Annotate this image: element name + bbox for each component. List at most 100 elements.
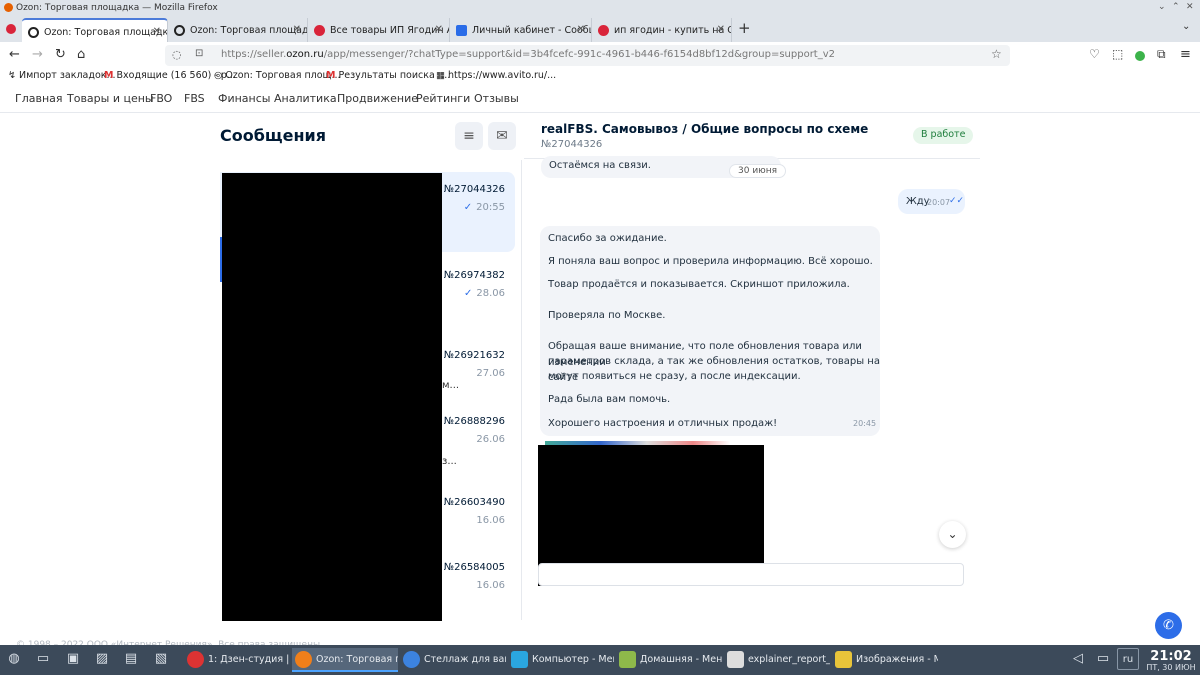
taskbar-label: 1: Дзен-студия | П... (208, 654, 290, 665)
chat-date: ✓ 20:55 (464, 202, 505, 213)
volume-icon[interactable]: ◁ (1067, 648, 1089, 670)
taskbar-item-2[interactable]: Стеллаж для ванн... (400, 648, 506, 672)
tab-label: ип ягодин - купить на OZON (614, 25, 731, 36)
tab-2[interactable]: Все товары ИП Ягодин Андр ✕ (308, 18, 450, 42)
window-title: Ozon: Торговая площадка — Mozilla Firefo… (16, 3, 218, 13)
chat-title: realFBS. Самовывоз / Общие вопросы по сх… (541, 122, 869, 136)
new-chat-icon[interactable]: ✉ (488, 122, 516, 150)
gmail-icon: M (326, 70, 336, 81)
taskbar-item-3[interactable]: Компьютер - Мене... (508, 648, 614, 672)
taskbar-item-6[interactable]: Изображения - Ме... (832, 648, 938, 672)
close-tab-icon[interactable]: ✕ (153, 26, 161, 37)
read-check-icon: ✓ (463, 202, 473, 213)
bookmark-search[interactable]: M Результаты поиска -... (326, 70, 450, 81)
redacted-area (222, 173, 442, 621)
taskbar-item-5[interactable]: explainer_report_3... (724, 648, 830, 672)
taskbar-label: Изображения - Ме... (856, 654, 938, 665)
close-tab-icon[interactable]: ✕ (717, 24, 725, 35)
chat-snippet: з... (442, 456, 457, 467)
chat-date: 16.06 (476, 515, 505, 526)
puzzle-icon[interactable]: ⧉ (1157, 47, 1166, 62)
menu-item-home[interactable]: Главная (15, 92, 63, 105)
bookmark-avito[interactable]: ▦ https://www.avito.ru/... (436, 70, 556, 81)
keyboard-layout[interactable]: ru (1117, 648, 1139, 670)
firefox-view-icon[interactable] (6, 24, 16, 34)
chat-date-text: 20:55 (476, 202, 505, 213)
message-input[interactable] (538, 563, 964, 586)
lock-icon[interactable]: ⊡ (195, 48, 203, 59)
pocket-icon[interactable]: ♡ (1089, 47, 1100, 61)
chat-number-header: №27044326 (541, 139, 603, 150)
message-line: Я поняла ваш вопрос и проверила информац… (548, 256, 873, 267)
tab-label: Ozon: Торговая площадка (190, 25, 308, 36)
taskbar-item-4[interactable]: Домашняя - Менед... (616, 648, 722, 672)
menu-icon[interactable]: ≡ (1180, 47, 1191, 62)
window-titlebar: Ozon: Торговая площадка — Mozilla Firefo… (0, 0, 1200, 16)
message-line: Проверяла по Москве. (548, 310, 666, 321)
bookmark-star-icon[interactable]: ☆ (991, 47, 1002, 61)
minimize-icon[interactable]: ⌄ (1158, 2, 1166, 12)
gmail-icon: M (104, 70, 114, 81)
ozon-red-favicon-icon (314, 25, 325, 36)
menu-item-fbo[interactable]: FBO (150, 92, 172, 105)
network-icon[interactable]: ▭ (1092, 648, 1114, 670)
file-manager-icon[interactable]: ▣ (62, 648, 84, 670)
menu-item-promotion[interactable]: Продвижение (337, 92, 418, 105)
extensions-icon[interactable]: ⬚ (1112, 47, 1123, 61)
maximize-icon[interactable]: ⌃ (1172, 2, 1180, 12)
list-tabs-icon[interactable]: ⌄ (1182, 21, 1190, 32)
bookmark-ozon[interactable]: ◎ Ozon: Торговая площ... (214, 70, 341, 81)
close-tab-icon[interactable]: ✕ (577, 24, 585, 35)
bookmark-import[interactable]: ↯ Импорт закладок... (8, 70, 116, 81)
new-tab-icon[interactable]: + (738, 19, 751, 37)
message-line: Товар продаётся и показывается. Скриншот… (548, 279, 850, 290)
bookmarks-bar: ↯ Импорт закладок... M Входящие (16 560)… (0, 69, 1200, 85)
taskbar-item-1[interactable]: Ozon: Торговая пл... (292, 648, 398, 672)
back-icon[interactable]: ← (9, 47, 20, 62)
home-icon[interactable]: ⌂ (77, 47, 85, 62)
sort-icon[interactable]: ≡ (455, 122, 483, 150)
image-editor-icon[interactable]: ▤ (120, 648, 142, 670)
message-text: Остаёмся на связи. (549, 160, 651, 171)
taskbar-label: Ozon: Торговая пл... (316, 654, 398, 665)
forward-icon[interactable]: → (32, 47, 43, 62)
close-tab-icon[interactable]: ✕ (293, 24, 301, 35)
close-window-icon[interactable]: ✕ (1186, 2, 1194, 12)
tab-1[interactable]: Ozon: Торговая площадка ✕ (168, 18, 308, 42)
tab-3[interactable]: Личный кабинет - Сообщения ✕ (450, 18, 592, 42)
chat-date-text: 28.06 (476, 288, 505, 299)
firefox-icon (4, 3, 13, 12)
shield-icon[interactable]: ◌ (172, 48, 182, 61)
menu-item-reviews[interactable]: Отзывы (474, 92, 519, 105)
menu-item-finance[interactable]: Финансы (218, 92, 270, 105)
green-extension-icon[interactable] (1135, 51, 1145, 61)
clock-time[interactable]: 21:02 (1147, 649, 1195, 664)
url-bar[interactable]: ◌ ⊡ https://seller.ozon.ru/app/messenger… (165, 45, 1010, 66)
chat-number: №26603490 (443, 497, 505, 508)
menu-item-analytics[interactable]: Аналитика (274, 92, 337, 105)
tab-strip: Ozon: Торговая площадка ✕ Ozon: Торговая… (0, 16, 1200, 42)
taskbar-label: Стеллаж для ванн... (424, 654, 506, 665)
taskbar-item-0[interactable]: 1: Дзен-студия | П... (184, 648, 290, 672)
message-time: 20:45 (853, 419, 877, 428)
menu-item-fbs[interactable]: FBS (184, 92, 205, 105)
menu-item-products[interactable]: Товары и цены (67, 92, 154, 105)
bookmark-label: Импорт закладок... (18, 70, 116, 81)
show-desktop-icon[interactable]: ▭ (32, 648, 54, 670)
double-check-icon: ✓✓ (949, 196, 965, 206)
bookmark-label: Ozon: Торговая площ... (225, 70, 341, 81)
support-chat-icon[interactable]: ✆ (1155, 612, 1182, 639)
tab-4[interactable]: ип ягодин - купить на OZON ✕ (592, 18, 732, 42)
taskbar-label: Компьютер - Мене... (532, 654, 614, 665)
scroll-down-button[interactable]: ⌄ (939, 521, 966, 548)
tab-0[interactable]: Ozon: Торговая площадка ✕ (22, 18, 168, 42)
menu-item-ratings[interactable]: Рейтинги (416, 92, 470, 105)
tab-label: Личный кабинет - Сообщения (472, 25, 591, 36)
reload-icon[interactable]: ↻ (55, 47, 66, 62)
close-tab-icon[interactable]: ✕ (435, 24, 443, 35)
firefox-icon (295, 651, 312, 668)
image-viewer-icon[interactable]: ▨ (91, 648, 113, 670)
gallery-icon[interactable]: ▧ (150, 648, 172, 670)
tab-label: Ozon: Торговая площадка (44, 27, 168, 38)
app-launcher-icon[interactable]: ◍ (3, 648, 25, 670)
